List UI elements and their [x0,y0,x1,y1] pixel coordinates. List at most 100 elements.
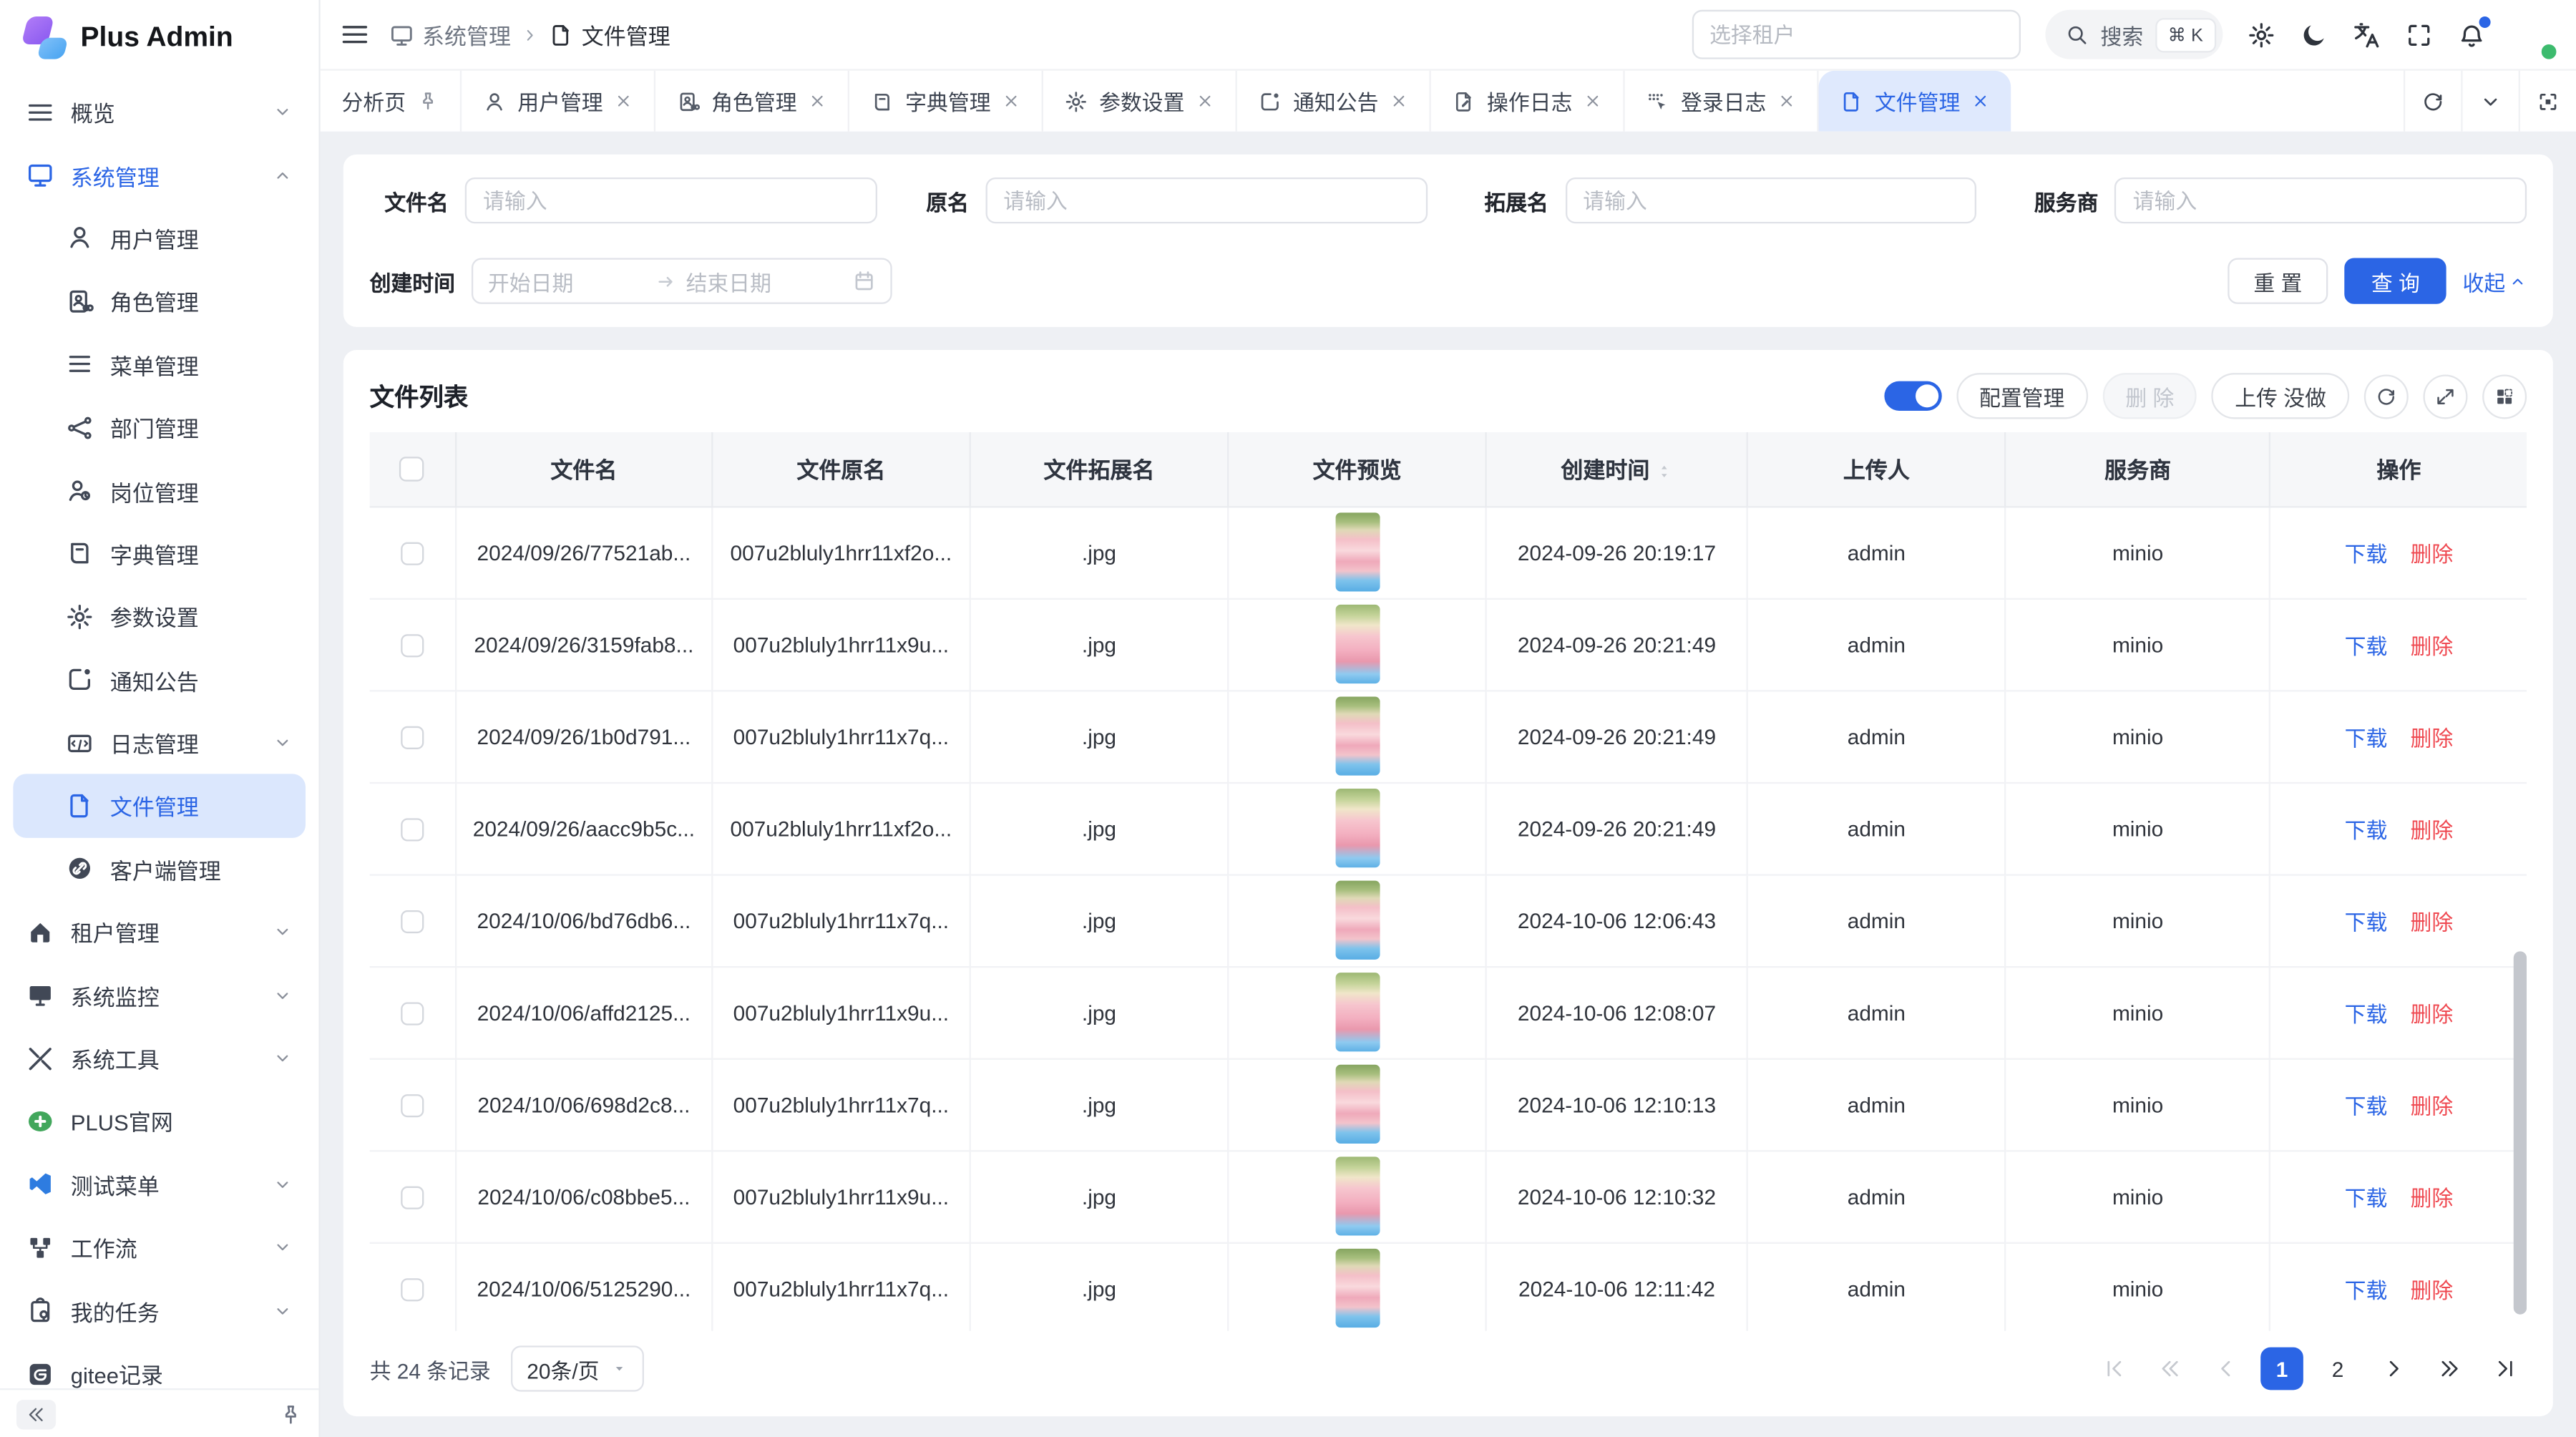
sidebar-item-log-mgmt[interactable]: 日志管理 [13,711,306,774]
sidebar-item-gitee-log[interactable]: gitee记录 [13,1342,306,1388]
dark-mode-moon-icon[interactable] [2300,21,2328,49]
select-all-checkbox[interactable] [400,457,424,482]
tab-menu-button[interactable] [2461,71,2518,132]
next-page-button[interactable] [2372,1348,2415,1390]
delete-link[interactable]: 删除 [2410,1277,2453,1302]
tab-loginlog[interactable]: 登录日志 [1625,71,1819,132]
date-range-picker[interactable]: 开始日期 结束日期 [472,258,892,303]
download-link[interactable]: 下载 [2345,726,2388,750]
sidebar-item-dict-mgmt[interactable]: 字典管理 [13,522,306,585]
page-size-select[interactable]: 20条/页 [510,1345,643,1391]
tab-analysis[interactable]: 分析页 [321,71,462,132]
row-checkbox[interactable] [401,726,424,749]
sidebar-item-workflow[interactable]: 工作流 [13,1216,306,1279]
delete-link[interactable]: 删除 [2410,817,2453,842]
language-translate-icon[interactable] [2353,21,2381,49]
download-link[interactable]: 下载 [2345,1093,2388,1118]
page-button-2[interactable]: 2 [2316,1348,2359,1390]
user-avatar[interactable] [2510,12,2555,57]
sidebar-item-tenant-mgmt[interactable]: 租户管理 [13,900,306,963]
tab-dict[interactable]: 字典管理 [849,71,1043,132]
collapse-filter-link[interactable]: 收起 [2463,266,2527,297]
sidebar-item-system-mgmt[interactable]: 系统管理 [13,144,306,207]
sidebar-pin-icon[interactable] [279,1403,302,1426]
sidebar-item-sys-tools[interactable]: 系统工具 [13,1027,306,1090]
download-link[interactable]: 下载 [2345,542,2388,566]
filter-input-ext-name[interactable] [1565,177,1977,223]
global-search-button[interactable]: 搜索 ⌘ K [2044,10,2223,59]
download-link[interactable]: 下载 [2345,817,2388,842]
preview-thumbnail[interactable] [1335,696,1380,775]
filter-input-provider[interactable] [2114,177,2527,223]
sidebar-item-plus-site[interactable]: PLUS官网 [13,1090,306,1153]
breadcrumb-section[interactable]: 系统管理 [389,18,511,51]
sidebar-item-role-mgmt[interactable]: 角色管理 [13,270,306,333]
sort-icon[interactable] [1657,459,1673,486]
sidebar-item-file-mgmt[interactable]: 文件管理 [13,774,306,837]
close-icon[interactable] [1584,92,1602,110]
close-icon[interactable] [1971,92,1989,110]
sidebar-item-param-config[interactable]: 参数设置 [13,585,306,648]
breadcrumb-page[interactable]: 文件管理 [549,18,670,51]
download-link[interactable]: 下载 [2345,633,2388,658]
filter-input-file-name[interactable] [465,177,877,223]
sidebar-item-test-menu[interactable]: 测试菜单 [13,1153,306,1216]
tenant-select-input[interactable] [1692,10,2020,59]
row-checkbox[interactable] [401,1094,424,1117]
scrollbar-thumb[interactable] [2514,952,2527,1315]
tab-fullscreen-button[interactable] [2519,71,2576,132]
search-panel-toggle[interactable] [1884,381,1941,411]
filter-input-orig-name[interactable] [985,177,1427,223]
download-link[interactable]: 下载 [2345,1277,2388,1302]
sidebar-item-overview[interactable]: 概览 [13,81,306,144]
tab-file[interactable]: 文件管理 [1819,71,2011,132]
row-checkbox[interactable] [401,1186,424,1209]
row-checkbox[interactable] [401,1278,424,1301]
preview-thumbnail[interactable] [1335,881,1380,960]
preview-thumbnail[interactable] [1335,1249,1380,1328]
row-checkbox[interactable] [401,542,424,565]
row-checkbox[interactable] [401,818,424,841]
next-5-pages-button[interactable] [2428,1348,2471,1390]
hamburger-icon[interactable] [340,20,369,49]
close-icon[interactable] [809,92,826,110]
settings-gear-icon[interactable] [2248,21,2275,49]
last-page-button[interactable] [2484,1348,2527,1390]
tab-user[interactable]: 用户管理 [462,71,655,132]
page-button-1[interactable]: 1 [2260,1348,2303,1390]
preview-thumbnail[interactable] [1335,512,1380,591]
delete-link[interactable]: 删除 [2410,910,2453,934]
tab-oplog[interactable]: 操作日志 [1431,71,1625,132]
download-link[interactable]: 下载 [2345,1001,2388,1026]
delete-link[interactable]: 删除 [2410,1093,2453,1118]
fullscreen-icon[interactable] [2405,21,2433,49]
preview-thumbnail[interactable] [1335,1065,1380,1144]
row-checkbox[interactable] [401,634,424,657]
preview-thumbnail[interactable] [1335,973,1380,1051]
close-icon[interactable] [1777,92,1795,110]
sidebar-item-dept-mgmt[interactable]: 部门管理 [13,396,306,459]
close-icon[interactable] [1390,92,1408,110]
prev-5-pages-button[interactable] [2149,1348,2192,1390]
first-page-button[interactable] [2093,1348,2136,1390]
tab-role[interactable]: 角色管理 [655,71,849,132]
close-icon[interactable] [1196,92,1214,110]
delete-link[interactable]: 删除 [2410,1186,2453,1210]
tab-refresh-button[interactable] [2404,71,2461,132]
tab-param[interactable]: 参数设置 [1043,71,1237,132]
close-icon[interactable] [615,92,633,110]
preview-thumbnail[interactable] [1335,789,1380,867]
sidebar-item-post-mgmt[interactable]: 岗位管理 [13,459,306,522]
delete-link[interactable]: 删除 [2410,542,2453,566]
sidebar-item-client-mgmt[interactable]: 客户端管理 [13,837,306,900]
prev-page-button[interactable] [2205,1348,2248,1390]
download-link[interactable]: 下载 [2345,1186,2388,1210]
sidebar-item-menu-mgmt[interactable]: 菜单管理 [13,333,306,396]
tab-notice[interactable]: 通知公告 [1237,71,1431,132]
reset-button[interactable]: 重 置 [2228,258,2328,303]
sidebar-item-user-mgmt[interactable]: 用户管理 [13,207,306,270]
upload-button[interactable]: 上传 没做 [2212,373,2349,419]
delete-link[interactable]: 删除 [2410,633,2453,658]
config-manage-button[interactable]: 配置管理 [1956,373,2088,419]
sidebar-item-my-tasks[interactable]: 我的任务 [13,1279,306,1342]
